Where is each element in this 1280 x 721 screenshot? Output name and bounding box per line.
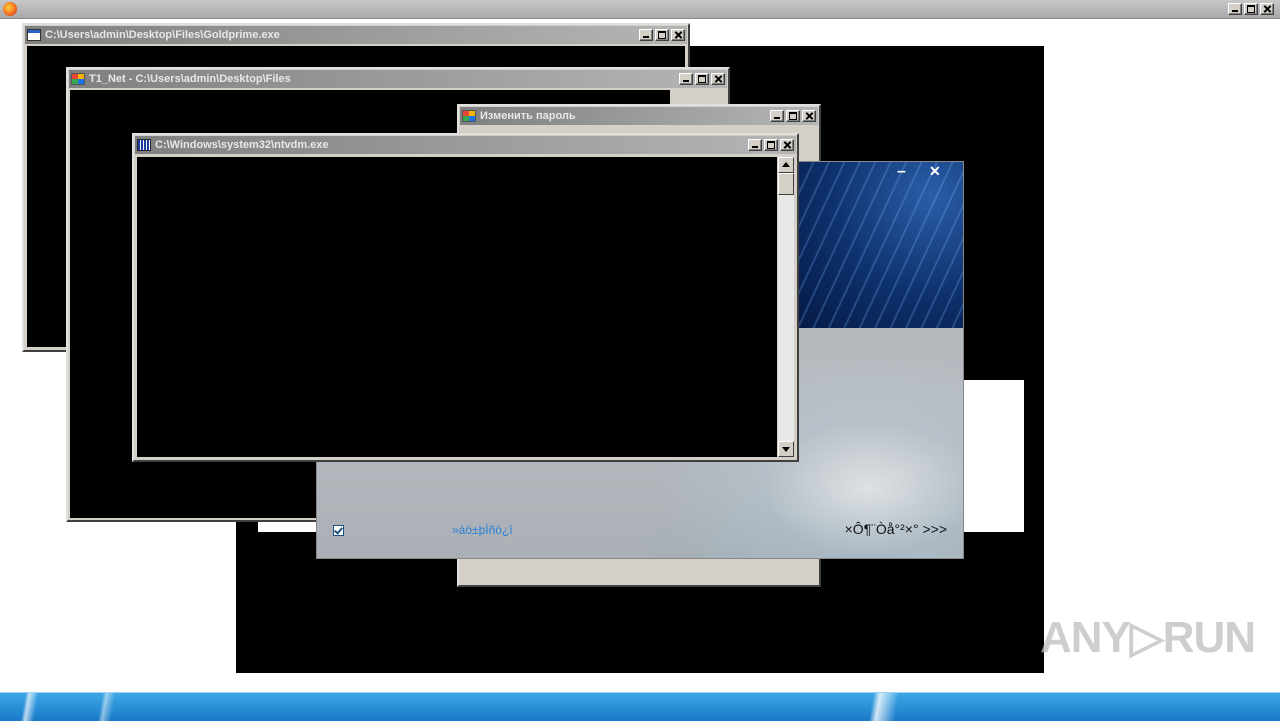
scroll-thumb[interactable] bbox=[778, 173, 794, 195]
close-button[interactable] bbox=[802, 110, 816, 122]
maximize-button[interactable] bbox=[695, 73, 709, 85]
app-icon bbox=[71, 73, 85, 85]
host-maximize-button[interactable] bbox=[1244, 3, 1258, 15]
goldprime-title: C:\Users\admin\Desktop\Files\Goldprime.e… bbox=[45, 29, 280, 41]
console-icon bbox=[27, 29, 41, 41]
t1net-title: T1_Net - C:\Users\admin\Desktop\Files bbox=[89, 73, 291, 85]
t1net-titlebar[interactable]: T1_Net - C:\Users\admin\Desktop\Files bbox=[69, 70, 727, 88]
white-panel bbox=[964, 380, 1024, 532]
ntvdm-titlebar[interactable]: C:\Windows\system32\ntvdm.exe bbox=[135, 136, 796, 154]
close-button[interactable] bbox=[711, 73, 725, 85]
password-titlebar[interactable]: Изменить пароль bbox=[460, 107, 818, 125]
host-window-titlebar bbox=[0, 0, 1280, 19]
installer-banner bbox=[797, 162, 963, 328]
scroll-down-button[interactable] bbox=[778, 441, 794, 457]
taskbar[interactable] bbox=[0, 692, 1280, 721]
minimize-button[interactable] bbox=[770, 110, 784, 122]
goldprime-titlebar[interactable]: C:\Users\admin\Desktop\Files\Goldprime.e… bbox=[25, 26, 687, 44]
close-button[interactable] bbox=[671, 29, 685, 41]
minimize-button[interactable] bbox=[679, 73, 693, 85]
ntvdm-console[interactable] bbox=[137, 157, 777, 457]
ntvdm-window[interactable]: C:\Windows\system32\ntvdm.exe bbox=[132, 133, 799, 462]
maximize-button[interactable] bbox=[786, 110, 800, 122]
scroll-up-button[interactable] bbox=[778, 157, 794, 173]
firefox-icon bbox=[3, 2, 17, 16]
host-minimize-button[interactable] bbox=[1228, 3, 1242, 15]
installer-minimize-button[interactable]: – bbox=[897, 164, 906, 180]
password-title: Изменить пароль bbox=[480, 110, 576, 122]
anyrun-watermark: ANY▷RUN bbox=[1040, 613, 1256, 662]
installer-close-button[interactable]: ✕ bbox=[929, 163, 941, 179]
minimize-button[interactable] bbox=[748, 139, 762, 151]
app-icon bbox=[462, 110, 476, 122]
installer-link[interactable]: »áö±þÌñö¿î bbox=[452, 523, 513, 537]
dos-icon bbox=[137, 139, 151, 151]
host-caption-buttons bbox=[1228, 3, 1274, 15]
maximize-button[interactable] bbox=[764, 139, 778, 151]
host-close-button[interactable] bbox=[1260, 3, 1274, 15]
maximize-button[interactable] bbox=[655, 29, 669, 41]
minimize-button[interactable] bbox=[639, 29, 653, 41]
close-button[interactable] bbox=[780, 139, 794, 151]
custom-install-button[interactable]: ×Ô¶¨Òå°²×° >>> bbox=[845, 521, 947, 537]
vertical-scrollbar[interactable] bbox=[778, 157, 794, 457]
ntvdm-title: C:\Windows\system32\ntvdm.exe bbox=[155, 139, 329, 151]
check-icon[interactable] bbox=[333, 525, 344, 536]
